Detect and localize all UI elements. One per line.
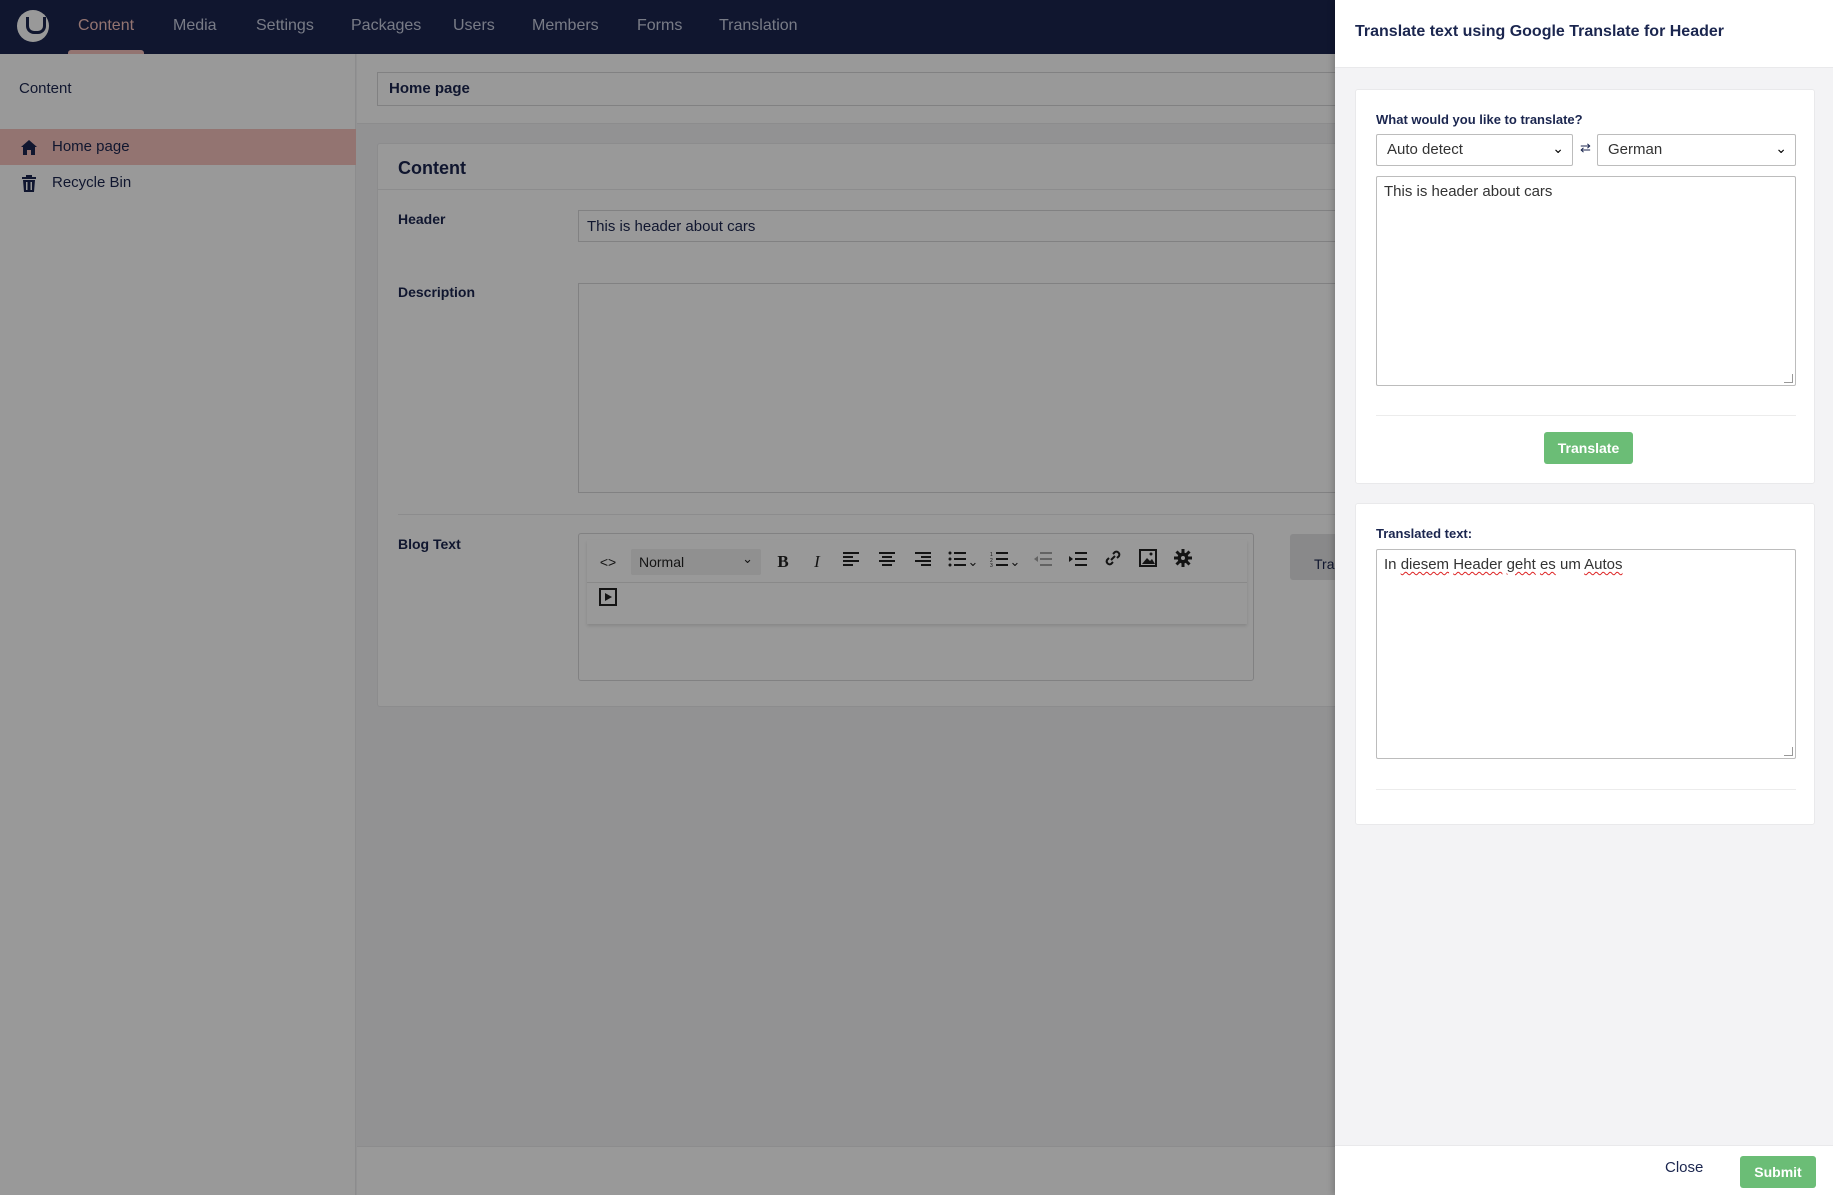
- source-language-value: Auto detect: [1387, 141, 1463, 158]
- translate-submit-button[interactable]: Translate: [1544, 432, 1633, 464]
- chevron-down-icon: ⌄: [1775, 140, 1787, 156]
- translated-word: In: [1384, 556, 1397, 573]
- translate-dialog: Translate text using Google Translate fo…: [1335, 0, 1833, 1195]
- target-language-value: German: [1608, 141, 1663, 158]
- divider: [1376, 415, 1796, 416]
- translated-text-area[interactable]: In diesem Header geht es um Autos: [1376, 549, 1796, 759]
- source-text-area[interactable]: This is header about cars: [1376, 176, 1796, 386]
- translated-word: Header: [1453, 556, 1503, 573]
- dialog-footer: Close Submit: [1335, 1145, 1833, 1195]
- translated-word: es: [1539, 556, 1556, 573]
- target-language-select[interactable]: German ⌄: [1597, 134, 1796, 166]
- translated-word: geht: [1506, 556, 1536, 573]
- source-language-select[interactable]: Auto detect ⌄: [1376, 134, 1573, 166]
- source-card: What would you like to translate? Auto d…: [1355, 89, 1815, 484]
- dialog-title: Translate text using Google Translate fo…: [1355, 23, 1724, 40]
- translated-word: diesem: [1400, 556, 1450, 573]
- question-label: What would you like to translate?: [1376, 112, 1583, 127]
- submit-button[interactable]: Submit: [1740, 1156, 1816, 1188]
- chevron-down-icon: ⌄: [1552, 140, 1564, 156]
- translated-label: Translated text:: [1376, 526, 1473, 541]
- close-button[interactable]: Close: [1665, 1159, 1703, 1176]
- translated-word: um: [1559, 556, 1581, 573]
- divider: [1376, 789, 1796, 790]
- translated-word: Autos: [1584, 556, 1623, 573]
- dialog-header: Translate text using Google Translate fo…: [1335, 0, 1833, 68]
- modal-backdrop[interactable]: [0, 0, 1335, 1195]
- source-text: This is header about cars: [1384, 183, 1553, 200]
- result-card: Translated text: In diesem Header geht e…: [1355, 503, 1815, 825]
- swap-languages-icon[interactable]: ⇄: [1580, 140, 1591, 156]
